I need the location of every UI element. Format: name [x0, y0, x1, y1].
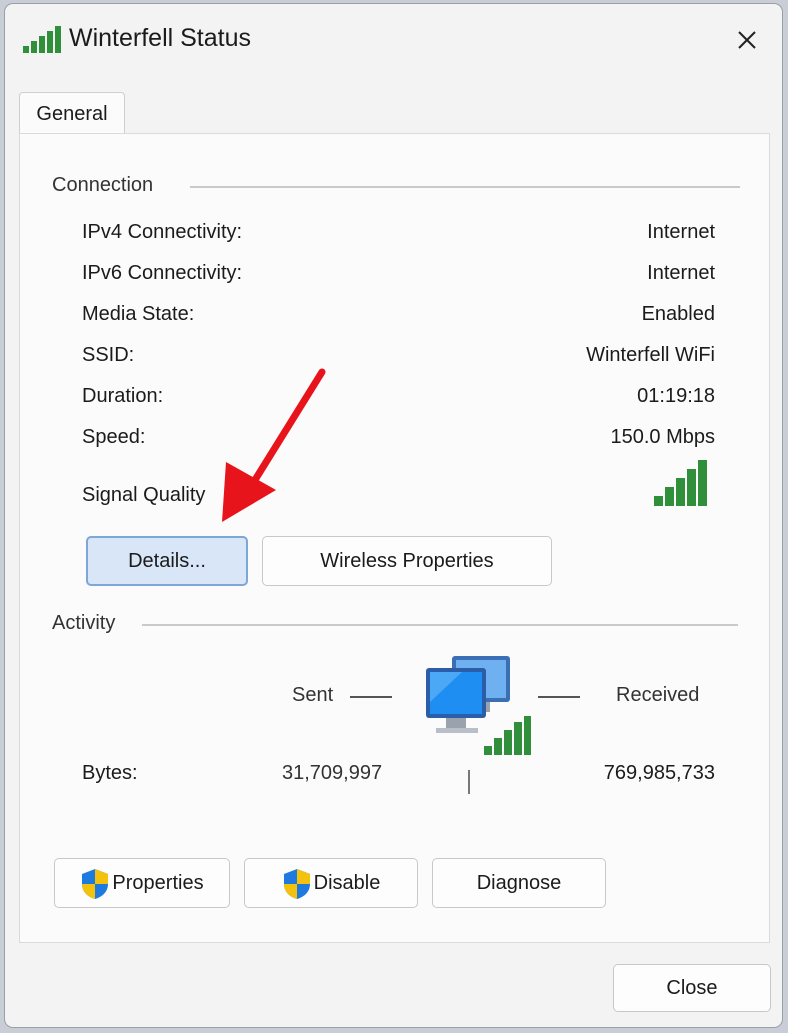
details-button[interactable]: Details... — [86, 536, 248, 586]
disable-button-label: Disable — [313, 872, 381, 894]
speed-value: 150.0 Mbps — [610, 426, 715, 448]
ssid-value: Winterfell WiFi — [586, 344, 715, 366]
title-bar: Winterfell Status — [5, 4, 782, 76]
properties-button[interactable]: Properties — [54, 858, 230, 908]
signal-bar — [698, 460, 707, 506]
bytes-label: Bytes: — [82, 762, 138, 784]
connection-heading: Connection — [52, 174, 162, 197]
sent-label: Sent — [292, 684, 334, 706]
tab-strip: General — [5, 76, 782, 136]
connection-divider — [190, 186, 740, 188]
signal-bar — [654, 496, 663, 506]
uac-shield-icon — [283, 868, 310, 899]
bytes-sent-value: 31,709,997 — [282, 762, 383, 784]
ipv6-value: Internet — [647, 262, 715, 284]
activity-divider — [142, 624, 738, 626]
signal-quality-icon — [654, 460, 707, 506]
properties-button-label: Properties — [112, 872, 204, 894]
status-dialog: Winterfell Status General Connection IPv… — [4, 3, 783, 1028]
signal-bar — [676, 478, 685, 506]
ipv4-value: Internet — [647, 221, 715, 243]
ssid-label: SSID: — [82, 344, 135, 366]
received-line — [538, 696, 580, 698]
duration-label: Duration: — [82, 385, 164, 407]
activity-heading: Activity — [52, 612, 124, 635]
signal-quality-label: Signal Quality — [82, 484, 206, 506]
window-title: Winterfell Status — [69, 24, 252, 52]
activity-signal-icon — [484, 716, 531, 755]
uac-shield-icon — [82, 868, 109, 899]
tab-general[interactable]: General — [19, 92, 125, 136]
media-state-value: Enabled — [641, 303, 715, 325]
speed-label: Speed: — [82, 426, 146, 448]
bytes-received-value: 769,985,733 — [603, 762, 715, 784]
media-state-label: Media State: — [82, 303, 195, 325]
wireless-properties-button[interactable]: Wireless Properties — [262, 536, 552, 586]
ipv6-label: IPv6 Connectivity: — [82, 262, 243, 284]
bytes-separator — [468, 770, 470, 794]
disable-button[interactable]: Disable — [244, 858, 418, 908]
close-button[interactable]: Close — [613, 964, 771, 1012]
diagnose-button[interactable]: Diagnose — [432, 858, 606, 908]
sent-line — [350, 696, 392, 698]
signal-bar — [665, 487, 674, 506]
close-icon[interactable] — [729, 22, 765, 58]
ipv4-label: IPv4 Connectivity: — [82, 221, 243, 243]
general-panel: Connection IPv4 Connectivity: Internet I… — [19, 133, 770, 943]
received-label: Received — [616, 684, 700, 706]
duration-value: 01:19:18 — [637, 385, 715, 407]
signal-bar — [687, 469, 696, 506]
wifi-signal-icon — [23, 26, 61, 53]
